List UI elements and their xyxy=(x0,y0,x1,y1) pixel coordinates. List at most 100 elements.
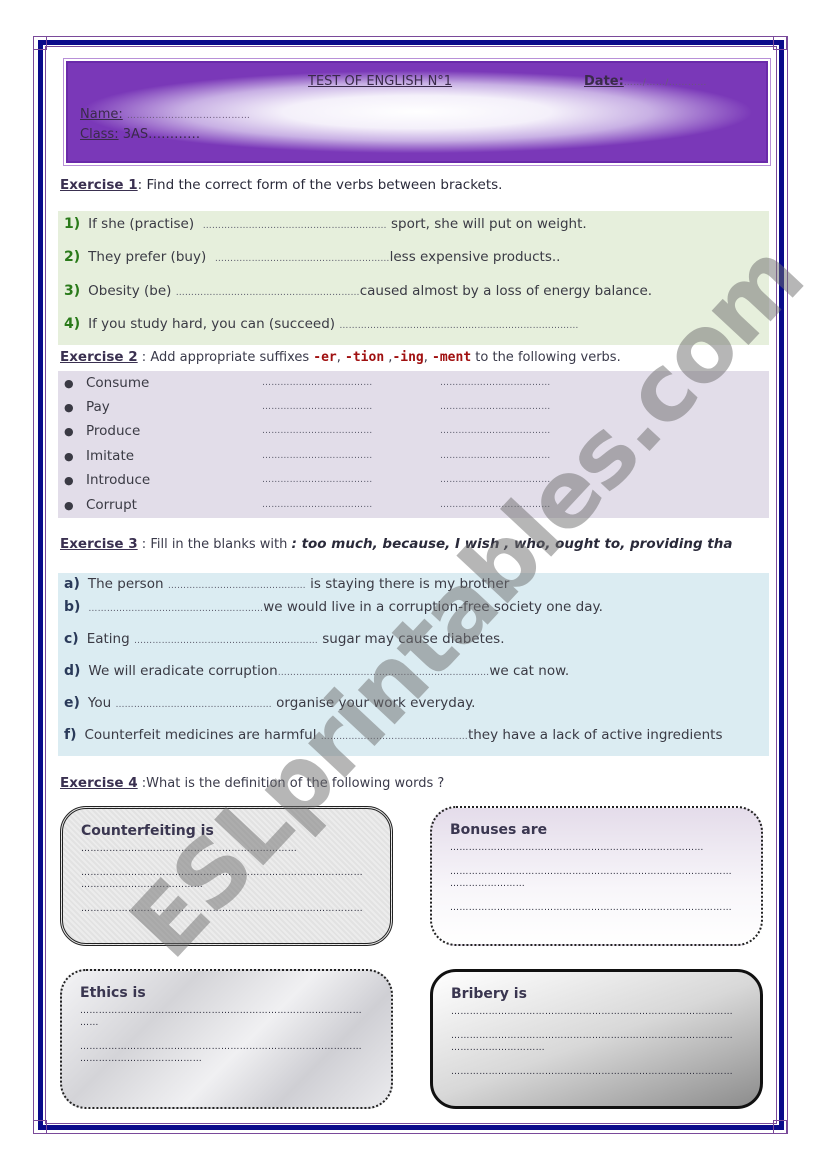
answer-blank[interactable]: ………………………………………………… xyxy=(88,604,263,614)
exercise-3-item: d) We will eradicate corruption…………………………… xyxy=(64,663,569,679)
class-value[interactable]: 3AS………… xyxy=(123,127,200,142)
exercise-4-heading: Exercise 4 :What is the definition of th… xyxy=(60,775,444,791)
suffix-er: -er xyxy=(313,350,337,365)
suffix-tion: -tion xyxy=(345,350,385,365)
answer-line[interactable]: ……………………………………………………………………………… xyxy=(80,1005,373,1017)
class-field[interactable]: Class: 3AS………… xyxy=(80,127,200,142)
item-text: caused almost by a loss of energy balanc… xyxy=(359,283,653,299)
answer-blank[interactable]: ……………………………… xyxy=(440,378,550,388)
answer-blank[interactable]: ……………………………… xyxy=(440,475,550,485)
answer-line[interactable]: ……………………………………………………………………………… xyxy=(451,1030,742,1042)
bullet-icon: ● xyxy=(64,450,74,463)
test-header: TEST OF ENGLISH N°1 Date:……/……/………… Name… xyxy=(63,58,771,166)
suffix-ment: -ment xyxy=(432,350,472,365)
separator: , xyxy=(336,350,346,365)
corner-ornament xyxy=(773,36,787,50)
name-field[interactable]: Name: ………………………………… xyxy=(80,107,250,122)
class-label: Class: xyxy=(80,127,119,142)
exercise-1-item: 4) If you study hard, you can (succeed) …… xyxy=(64,316,579,332)
exercise-2-instruction: : Add appropriate suffixes xyxy=(137,350,314,365)
verb: Imitate xyxy=(86,448,135,464)
definition-box-bribery: Bribery is ……………………………………………………………………………… xyxy=(430,969,763,1109)
exercise-3-item: c) Eating …………………………………………………… sugar may … xyxy=(64,631,505,647)
answer-line[interactable]: ………………………… xyxy=(451,1042,742,1054)
exercise-3-label: Exercise 3 xyxy=(60,536,138,552)
answer-blank[interactable]: ………………………………………… xyxy=(321,732,468,742)
answer-blank[interactable]: ……………………………… xyxy=(440,451,550,461)
exercise-2-instruction: to the following verbs. xyxy=(471,350,621,365)
item-text: sport, she will put on weight. xyxy=(386,216,587,232)
verb-item: ● Corrupt ……………………………… ……………………………… xyxy=(64,497,744,513)
answer-line[interactable]: ………………………………… xyxy=(80,1053,373,1065)
name-label: Name: xyxy=(80,107,123,122)
verb-item: ● Consume ……………………………… ……………………………… xyxy=(64,375,744,391)
answer-line[interactable]: ……………………………………………………………………………… xyxy=(450,902,743,914)
answer-blank[interactable]: ……………………………… xyxy=(440,500,550,510)
answer-line[interactable]: ……………………………………………………………………………… xyxy=(80,1041,373,1053)
item-letter: d) xyxy=(64,663,81,679)
answer-blank[interactable]: ………………………………………………… xyxy=(215,254,390,264)
answer-blank[interactable]: ……………………………… xyxy=(262,500,372,510)
bullet-icon: ● xyxy=(64,377,74,390)
answer-blank[interactable]: ……………………………………… xyxy=(168,581,306,591)
answer-line[interactable]: ……………………………………………………………………………… xyxy=(451,1066,742,1078)
exercise-3-item: f) Counterfeit medicines are harmful …………… xyxy=(64,727,723,743)
date-blank[interactable]: ……/……/………… xyxy=(624,78,707,88)
definition-title: Bonuses are xyxy=(450,822,548,838)
answer-blank[interactable]: …………………………………………………………… xyxy=(278,668,490,678)
date-field[interactable]: Date:……/……/………… xyxy=(584,74,707,89)
bullet-icon: ● xyxy=(64,474,74,487)
exercise-3-item: e) You …………………………………………… organise your wo… xyxy=(64,695,475,711)
exercise-4-label: Exercise 4 xyxy=(60,775,138,791)
answer-line[interactable]: …………………… xyxy=(450,878,743,890)
answer-blank[interactable]: ……………………………… xyxy=(440,426,550,436)
answer-blank[interactable]: …………………………………………………… xyxy=(176,288,360,298)
answer-blank[interactable]: …………………………………………………… xyxy=(203,221,387,231)
answer-line[interactable]: ……………………………………………………………………………… xyxy=(81,903,372,915)
answer-blank[interactable]: ……………………………… xyxy=(262,378,372,388)
answer-blank[interactable]: …………………………………………………… xyxy=(134,636,318,646)
exercise-1-item: 3) Obesity (be) ……………………………………………………cause… xyxy=(64,283,652,299)
item-text: sugar may cause diabetes. xyxy=(317,631,505,647)
bullet-icon: ● xyxy=(64,425,74,438)
item-text: is staying there is my brother xyxy=(305,576,510,592)
answer-blank[interactable]: …………………………………………… xyxy=(115,700,271,710)
corner-ornament xyxy=(773,1120,787,1134)
bullet-icon: ● xyxy=(64,499,74,512)
exercise-2-panel: ● Consume ……………………………… ……………………………… ● Pay ………… xyxy=(58,371,769,518)
item-text: Counterfeit medicines are harmful xyxy=(84,727,321,743)
answer-line[interactable]: ……………………………………………………………………………… xyxy=(81,867,372,879)
answer-line[interactable]: ……………………………………………………………………………… xyxy=(451,1006,742,1018)
definition-box-ethics: Ethics is ………………………………………………………………………………… xyxy=(60,969,393,1109)
answer-blank[interactable]: ……………………………… xyxy=(262,475,372,485)
answer-line[interactable]: ……………………………………………………………………………… xyxy=(450,866,743,878)
answer-blank[interactable]: …………………………………………………………………… xyxy=(339,321,578,331)
name-blank[interactable]: ………………………………… xyxy=(127,111,251,121)
answer-line[interactable]: …………………………………………………………… xyxy=(81,843,372,855)
answer-line[interactable]: ………………………………… xyxy=(81,879,372,891)
exercise-1-heading: Exercise 1: Find the correct form of the… xyxy=(60,177,502,193)
verb: Produce xyxy=(86,423,141,439)
answer-blank[interactable]: ……………………………… xyxy=(262,402,372,412)
item-letter: c) xyxy=(64,631,79,647)
separator: , xyxy=(423,350,433,365)
exercise-3-instruction: : Fill in the blanks with xyxy=(137,537,292,552)
verb: Corrupt xyxy=(86,497,137,513)
item-text: The person xyxy=(87,576,168,592)
exercise-3-panel: a) The person ……………………………………… is staying … xyxy=(58,573,769,756)
date-label: Date: xyxy=(584,74,624,89)
item-number: 1) xyxy=(64,216,81,232)
definition-title: Counterfeiting is xyxy=(81,823,214,839)
verb: Consume xyxy=(86,375,150,391)
answer-line[interactable]: …… xyxy=(80,1017,373,1029)
answer-blank[interactable]: ……………………………… xyxy=(262,451,372,461)
item-text: less expensive products.. xyxy=(389,249,561,265)
answer-blank[interactable]: ……………………………… xyxy=(440,402,550,412)
answer-line[interactable]: ……………………………………………………………………… xyxy=(450,842,743,854)
verb: Introduce xyxy=(86,472,151,488)
item-text: we cat now. xyxy=(489,663,570,679)
answer-blank[interactable]: ……………………………… xyxy=(262,426,372,436)
suffix-ing: -ing xyxy=(392,350,424,365)
exercise-2-heading: Exercise 2 : Add appropriate suffixes -e… xyxy=(60,349,621,365)
corner-ornament xyxy=(33,1120,47,1134)
